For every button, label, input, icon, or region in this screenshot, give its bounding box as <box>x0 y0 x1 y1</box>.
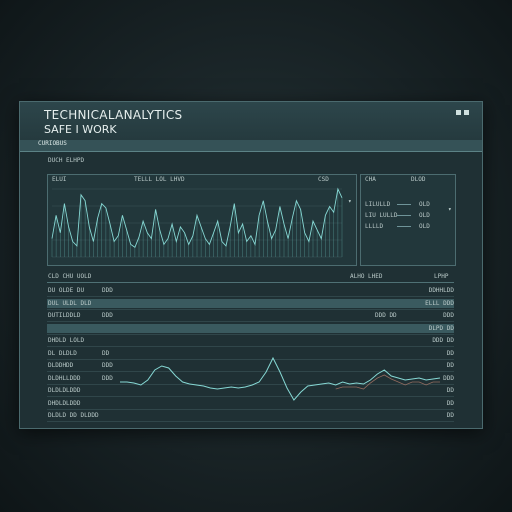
row-label: DHDLD LOLD <box>48 337 85 344</box>
table-header-left: CLD CHU UOLD <box>48 273 92 280</box>
row-mid: DDD DD <box>375 312 397 319</box>
wave-secondary-line <box>335 374 440 390</box>
row-divider <box>47 346 454 347</box>
table-header-right2: LPHP <box>434 273 449 280</box>
row-divider <box>47 296 454 297</box>
side-row-value: OLD <box>419 201 430 208</box>
row-label: DHDLDLDDD <box>48 399 81 407</box>
minimize-icon[interactable] <box>456 110 461 115</box>
row-value: DDD <box>102 362 113 369</box>
side-row-label: LIU LULLD <box>365 212 398 219</box>
row-right: DDD <box>443 312 454 319</box>
main-chart-panel: ELUI TELLL LOL LHVD CSD <box>47 174 357 266</box>
wave-chart <box>120 356 441 401</box>
side-row-rule <box>397 215 411 216</box>
row-divider <box>47 333 454 335</box>
side-row-label: LILULLD <box>365 201 391 208</box>
row-divider <box>47 321 454 322</box>
table-row[interactable] <box>47 411 454 420</box>
row-value: DDD <box>102 287 113 294</box>
row-label: DLDLD DD DLDDD <box>48 412 99 419</box>
table-row[interactable] <box>47 298 454 308</box>
side-row-rule <box>397 226 411 227</box>
subheading: DUCH ELHPD <box>48 157 85 164</box>
row-label: DL DLDLD <box>48 349 77 357</box>
app-title: TECHNICALANALYTICS <box>44 108 183 122</box>
row-divider <box>47 308 454 310</box>
row-divider <box>47 421 454 422</box>
side-panel: CHA DLOD LILULLD OLD LIU LULLD OLD LLLLD OLD <box>360 174 456 266</box>
row-right: DDHHLDD <box>428 287 454 294</box>
side-row-value: OLD <box>419 223 430 230</box>
row-value: DD <box>102 349 110 357</box>
table-row[interactable] <box>47 323 454 333</box>
table-header-right1: ALHO LHED <box>350 273 383 280</box>
row-label: DU OLDE DU <box>48 287 85 294</box>
row-right: DLPD DD <box>428 324 454 332</box>
side-row-label: LLLLD <box>365 223 384 230</box>
divider <box>47 282 454 283</box>
section-label: CURIOBUS <box>38 140 67 147</box>
chevron-down-icon[interactable]: ▾ <box>348 198 352 205</box>
row-label: DLDLDLDDD <box>48 387 81 394</box>
side-header-right: DLOD <box>411 176 426 183</box>
side-row-value: OLD <box>419 212 430 219</box>
chevron-down-icon[interactable]: ▾ <box>448 206 452 213</box>
window-header: TECHNICALANALYTICS SAFE I WORK <box>20 102 482 141</box>
row-right: ELLL DDD <box>425 299 454 307</box>
app-subtitle: SAFE I WORK <box>44 123 117 136</box>
side-row-rule <box>397 204 411 205</box>
side-header-left: CHA <box>365 176 376 183</box>
row-value: DDD <box>102 374 113 382</box>
analytics-window: TECHNICALANALYTICS SAFE I WORK CURIOBUS … <box>19 101 483 429</box>
row-label: DLDHLLDDD <box>48 374 81 382</box>
main-line-chart <box>51 187 343 258</box>
table-row[interactable] <box>47 336 454 345</box>
row-label: DLDDHDD <box>48 362 74 369</box>
row-label: DUL ULDL DLD <box>48 299 92 307</box>
row-value: DDD <box>102 312 113 319</box>
close-icon[interactable] <box>464 110 469 115</box>
row-right: DDD DD <box>432 337 454 344</box>
row-label: DUTILDDLD <box>48 312 81 319</box>
section-bar: CURIOBUS <box>20 140 482 152</box>
row-right: DD <box>446 412 454 419</box>
